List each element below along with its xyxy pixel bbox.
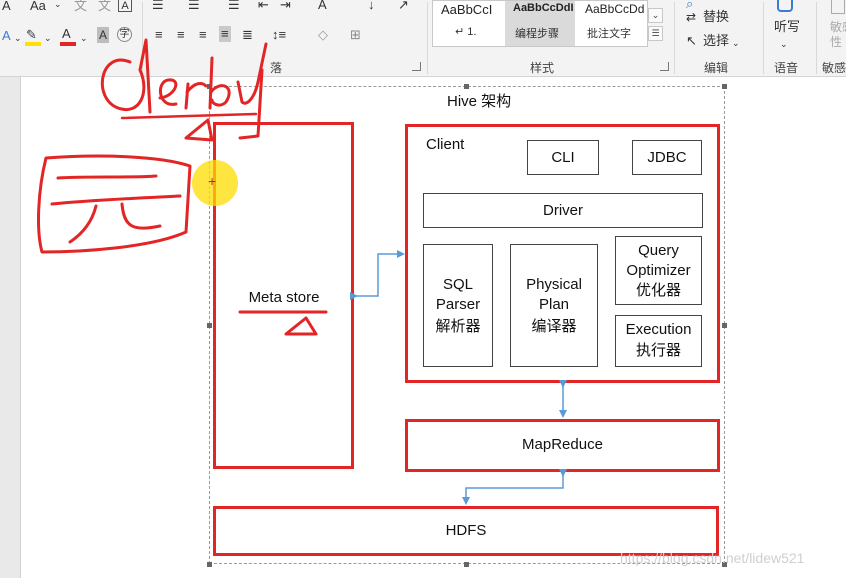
paragraph-launcher-icon[interactable]	[412, 62, 421, 71]
editing-group-label: 编辑	[704, 61, 729, 75]
justify-icon[interactable]: ≡	[219, 26, 231, 42]
sql-parser-label-1: SQL	[442, 276, 473, 293]
cursor-icon: +	[208, 173, 217, 189]
multilevel-list-icon[interactable]: ☰	[228, 0, 240, 13]
bullets-icon[interactable]: ☰	[152, 0, 164, 13]
group-separator	[427, 2, 428, 74]
physical-plan-label-2: Plan	[538, 296, 570, 313]
physical-plan-label-1: Physical	[526, 276, 582, 293]
voice-group-label: 语音	[774, 61, 799, 75]
styles-launcher-icon[interactable]	[660, 62, 669, 71]
enclose-char-icon[interactable]: 字	[117, 27, 132, 42]
styles-group-label: 样式	[530, 61, 555, 75]
font-color-swatch	[60, 42, 76, 46]
show-marks-icon[interactable]: ↗	[398, 0, 409, 13]
query-optimizer-label-1: Query	[638, 242, 679, 259]
phonetic-guide-icon[interactable]: 文	[74, 0, 87, 14]
borders-icon[interactable]: ⊞	[350, 27, 361, 43]
group-separator	[816, 2, 817, 74]
sql-parser-label-3: 解析器	[435, 318, 481, 335]
group-separator	[142, 2, 143, 74]
line-spacing-icon[interactable]: ↕≡	[272, 27, 286, 43]
resize-handle[interactable]	[722, 84, 727, 89]
replace-icon[interactable]: ⇄	[686, 9, 696, 25]
resize-handle[interactable]	[207, 84, 212, 89]
char-border-icon[interactable]: A	[118, 0, 132, 12]
style-name: 编程步骤	[515, 28, 559, 40]
styles-gallery: AaBbCcI ↵ 1. AaBbCcDdI 编程步骤 AaBbCcDd 批注文…	[432, 0, 648, 47]
jdbc-label: JDBC	[647, 149, 687, 166]
replace-button[interactable]: 替换	[703, 9, 729, 25]
client-label: Client	[426, 136, 465, 153]
style-sample: AaBbCcI	[441, 2, 493, 17]
text-effects-icon[interactable]: A	[2, 28, 11, 44]
resize-handle[interactable]	[464, 84, 469, 89]
style-sample: AaBbCcDdI	[513, 2, 574, 14]
style-item-comment-text[interactable]: AaBbCcDd 批注文字	[577, 1, 647, 46]
style-item-programming-steps[interactable]: AaBbCcDdI 编程步骤	[505, 1, 575, 46]
metastore-label: Meta store	[248, 289, 320, 306]
style-sample: AaBbCcDd	[585, 2, 645, 16]
chevron-down-icon[interactable]: ⌄	[14, 30, 22, 46]
query-optimizer-label-2: Optimizer	[626, 262, 691, 279]
resize-handle[interactable]	[207, 562, 212, 567]
chevron-down-icon[interactable]: ⌄	[732, 35, 740, 51]
char-shading-icon[interactable]: 文	[98, 0, 111, 14]
diagram-title: Hive 架构	[447, 93, 512, 110]
execution-label-2: 执行器	[635, 342, 681, 359]
numbering-icon[interactable]: ☰	[188, 0, 200, 13]
chevron-down-icon[interactable]: ⌄	[54, 0, 62, 12]
highlight-color-swatch	[25, 42, 41, 46]
execution-label-1: Execution	[625, 321, 692, 338]
increase-indent-icon[interactable]: ⇥	[280, 0, 291, 13]
group-separator	[674, 2, 675, 74]
sensitivity-group-label: 敏感	[822, 61, 846, 75]
paragraph-group-label: 落	[270, 61, 283, 75]
resize-handle[interactable]	[722, 323, 727, 328]
decrease-indent-icon[interactable]: ⇤	[258, 0, 269, 13]
sensitivity-button[interactable]: 敏感 性	[830, 20, 846, 50]
sensitivity-icon[interactable]	[831, 0, 845, 14]
dictate-button[interactable]: 听写	[774, 19, 800, 35]
chevron-down-icon[interactable]: ⌄	[44, 30, 52, 46]
cli-label: CLI	[551, 149, 575, 166]
shading-icon[interactable]: ◇	[318, 27, 328, 43]
resize-handle[interactable]	[464, 562, 469, 567]
highlight-pen-icon[interactable]: ✎	[26, 27, 37, 43]
chinese-layout-icon[interactable]: A	[318, 0, 327, 13]
change-case-button[interactable]: Aa	[30, 0, 46, 14]
style-name: 批注文字	[587, 28, 631, 40]
align-left-icon[interactable]: ≡	[155, 27, 163, 43]
gallery-scroll-down-icon[interactable]: ⌄	[648, 8, 663, 23]
group-separator	[763, 2, 764, 74]
distributed-icon[interactable]: ≣	[242, 27, 253, 43]
char-shading-button[interactable]: A	[97, 27, 110, 43]
font-color-icon[interactable]: A	[62, 26, 71, 42]
ribbon: A Aa ⌄ 文 文 A A ⌄ ✎ ⌄ A ⌄ A 字 ☰ ☰ ☰ ⇤ ⇥ A…	[0, 0, 846, 77]
left-margin-bar	[0, 77, 21, 578]
select-icon[interactable]: ↖	[686, 33, 697, 49]
driver-label: Driver	[543, 202, 583, 219]
align-right-icon[interactable]: ≡	[199, 27, 207, 43]
hdfs-label: HDFS	[445, 522, 487, 539]
resize-handle[interactable]	[207, 323, 212, 328]
physical-plan-label-3: 编译器	[531, 318, 577, 335]
sort-icon[interactable]: ↓	[368, 0, 375, 13]
chevron-down-icon[interactable]: ⌄	[80, 30, 88, 46]
mapreduce-label: MapReduce	[522, 436, 603, 453]
chevron-down-icon[interactable]: ⌄	[780, 36, 788, 52]
gallery-more-icon[interactable]: ☰	[648, 26, 663, 41]
sql-parser-label-2: Parser	[435, 296, 481, 313]
watermark: https://blog.csdn.net/lidew521	[620, 550, 805, 566]
grow-font-button[interactable]: A	[2, 0, 11, 14]
style-item-heading[interactable]: AaBbCcI ↵ 1.	[433, 1, 503, 46]
align-center-icon[interactable]: ≡	[177, 27, 185, 43]
style-name: ↵ 1.	[455, 26, 477, 38]
microphone-icon[interactable]	[777, 0, 793, 12]
query-optimizer-label-3: 优化器	[635, 282, 681, 299]
select-button[interactable]: 选择	[703, 33, 729, 49]
